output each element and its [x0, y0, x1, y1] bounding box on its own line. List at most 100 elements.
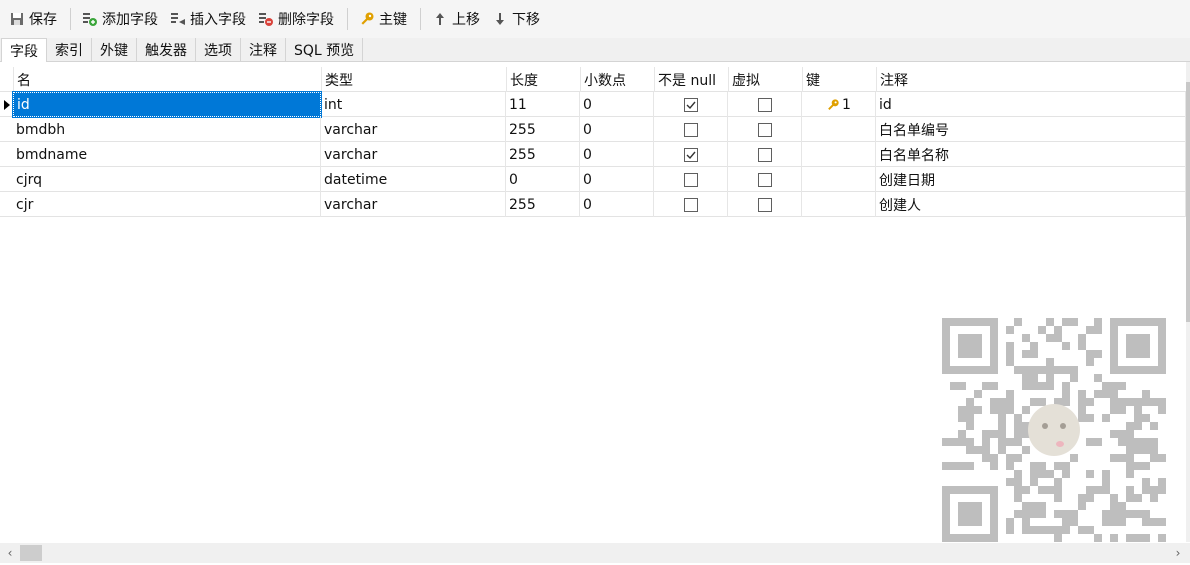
header-name[interactable]: 名	[13, 67, 321, 92]
cell-decimals[interactable]: 0	[580, 142, 654, 167]
cell-length[interactable]: 0	[506, 167, 580, 192]
cell-length[interactable]: 11	[506, 92, 580, 117]
cell-not-null[interactable]	[654, 192, 728, 217]
row-indicator[interactable]	[0, 142, 13, 167]
cell-decimals[interactable]: 0	[580, 117, 654, 142]
qr-code-watermark	[942, 318, 1166, 542]
tab-options[interactable]: 选项	[196, 38, 241, 61]
cell-virtual[interactable]	[728, 92, 802, 117]
horizontal-scrollbar-thumb[interactable]	[20, 545, 42, 561]
tab-foreign-keys[interactable]: 外键	[92, 38, 137, 61]
cell-not-null[interactable]	[654, 92, 728, 117]
row-pointer-icon[interactable]	[0, 92, 13, 117]
scroll-right-icon[interactable]: ›	[1169, 543, 1187, 563]
checkbox-unchecked[interactable]	[757, 172, 772, 187]
header-key[interactable]: 键	[802, 67, 876, 92]
key-icon	[826, 98, 840, 112]
insert-field-label: 插入字段	[190, 12, 246, 28]
toolbar-separator	[70, 8, 71, 30]
horizontal-scrollbar[interactable]: ‹ ›	[0, 543, 1190, 563]
cell-comment[interactable]: id	[876, 92, 1186, 117]
arrow-down-icon	[492, 11, 508, 27]
move-up-button[interactable]: 上移	[427, 5, 485, 33]
checkbox-unchecked[interactable]	[757, 122, 772, 137]
cell-key[interactable]	[802, 192, 876, 217]
cell-not-null[interactable]	[654, 142, 728, 167]
table-row[interactable]: cjrq datetime 0 0 创建日期	[0, 167, 1186, 192]
tab-indexes[interactable]: 索引	[47, 38, 92, 61]
checkbox-unchecked[interactable]	[683, 172, 698, 187]
table-row[interactable]: bmdname varchar 255 0 白名单名称	[0, 142, 1186, 167]
cell-virtual[interactable]	[728, 142, 802, 167]
cell-key[interactable]	[802, 167, 876, 192]
cell-type[interactable]: datetime	[321, 167, 506, 192]
cell-type[interactable]: varchar	[321, 117, 506, 142]
header-comment[interactable]: 注释	[876, 67, 1186, 92]
tab-sql-preview[interactable]: SQL 预览	[286, 38, 364, 61]
header-not-null[interactable]: 不是 null	[654, 67, 728, 92]
tab-triggers[interactable]: 触发器	[137, 38, 196, 61]
cell-name[interactable]: cjr	[13, 192, 321, 217]
checkbox-unchecked[interactable]	[683, 122, 698, 137]
checkbox-unchecked[interactable]	[683, 197, 698, 212]
cell-key[interactable]	[802, 142, 876, 167]
save-button[interactable]: 保存	[4, 5, 62, 33]
cell-virtual[interactable]	[728, 192, 802, 217]
cell-virtual[interactable]	[728, 117, 802, 142]
cell-type[interactable]: varchar	[321, 192, 506, 217]
row-indicator[interactable]	[0, 117, 13, 142]
cell-comment[interactable]: 创建人	[876, 192, 1186, 217]
delete-field-button[interactable]: 删除字段	[253, 5, 339, 33]
cell-name-selected[interactable]: id	[12, 91, 322, 118]
cell-not-null[interactable]	[654, 167, 728, 192]
cell-not-null[interactable]	[654, 117, 728, 142]
cell-virtual[interactable]	[728, 167, 802, 192]
primary-key-button[interactable]: 主键	[354, 5, 412, 33]
cell-comment[interactable]: 创建日期	[876, 167, 1186, 192]
header-decimals[interactable]: 小数点	[580, 67, 654, 92]
scroll-left-icon[interactable]: ‹	[1, 543, 19, 563]
cell-length[interactable]: 255	[506, 192, 580, 217]
save-label: 保存	[29, 12, 57, 28]
cell-length[interactable]: 255	[506, 142, 580, 167]
tab-bar: 字段 索引 外键 触发器 选项 注释 SQL 预览	[0, 38, 1190, 62]
toolbar: 保存 添加字段 插入字段 删除字段 主键 上移 下移	[0, 0, 1190, 38]
add-field-button[interactable]: 添加字段	[77, 5, 163, 33]
cell-name[interactable]: cjrq	[13, 167, 321, 192]
cell-key[interactable]	[802, 117, 876, 142]
table-row[interactable]: bmdbh varchar 255 0 白名单编号	[0, 117, 1186, 142]
key-icon	[359, 11, 375, 27]
header-virtual[interactable]: 虚拟	[728, 67, 802, 92]
vertical-scrollbar-thumb[interactable]	[1186, 82, 1190, 322]
checkbox-unchecked[interactable]	[757, 97, 772, 112]
cell-name[interactable]: bmdname	[13, 142, 321, 167]
header-type[interactable]: 类型	[321, 67, 506, 92]
checkbox-unchecked[interactable]	[757, 147, 772, 162]
add-field-icon	[82, 11, 98, 27]
cell-decimals[interactable]: 0	[580, 192, 654, 217]
header-length[interactable]: 长度	[506, 67, 580, 92]
cell-comment[interactable]: 白名单名称	[876, 142, 1186, 167]
table-row[interactable]: id int 11 0 1 id	[0, 91, 1186, 118]
tab-fields[interactable]: 字段	[1, 38, 47, 62]
primary-key-label: 主键	[379, 12, 407, 28]
checkbox-checked[interactable]	[683, 97, 698, 112]
table-row[interactable]: cjr varchar 255 0 创建人	[0, 192, 1186, 217]
checkbox-checked[interactable]	[683, 147, 698, 162]
cell-type[interactable]: int	[321, 92, 506, 117]
cell-comment[interactable]: 白名单编号	[876, 117, 1186, 142]
move-down-button[interactable]: 下移	[487, 5, 545, 33]
row-indicator[interactable]	[0, 192, 13, 217]
row-indicator[interactable]	[0, 167, 13, 192]
checkbox-unchecked[interactable]	[757, 197, 772, 212]
cell-decimals[interactable]: 0	[580, 167, 654, 192]
cell-name[interactable]: bmdbh	[13, 117, 321, 142]
vertical-scrollbar[interactable]	[1186, 62, 1190, 542]
insert-field-icon	[170, 11, 186, 27]
tab-comment[interactable]: 注释	[241, 38, 286, 61]
cell-length[interactable]: 255	[506, 117, 580, 142]
cell-type[interactable]: varchar	[321, 142, 506, 167]
insert-field-button[interactable]: 插入字段	[165, 5, 251, 33]
cell-key[interactable]: 1	[802, 92, 876, 117]
cell-decimals[interactable]: 0	[580, 92, 654, 117]
